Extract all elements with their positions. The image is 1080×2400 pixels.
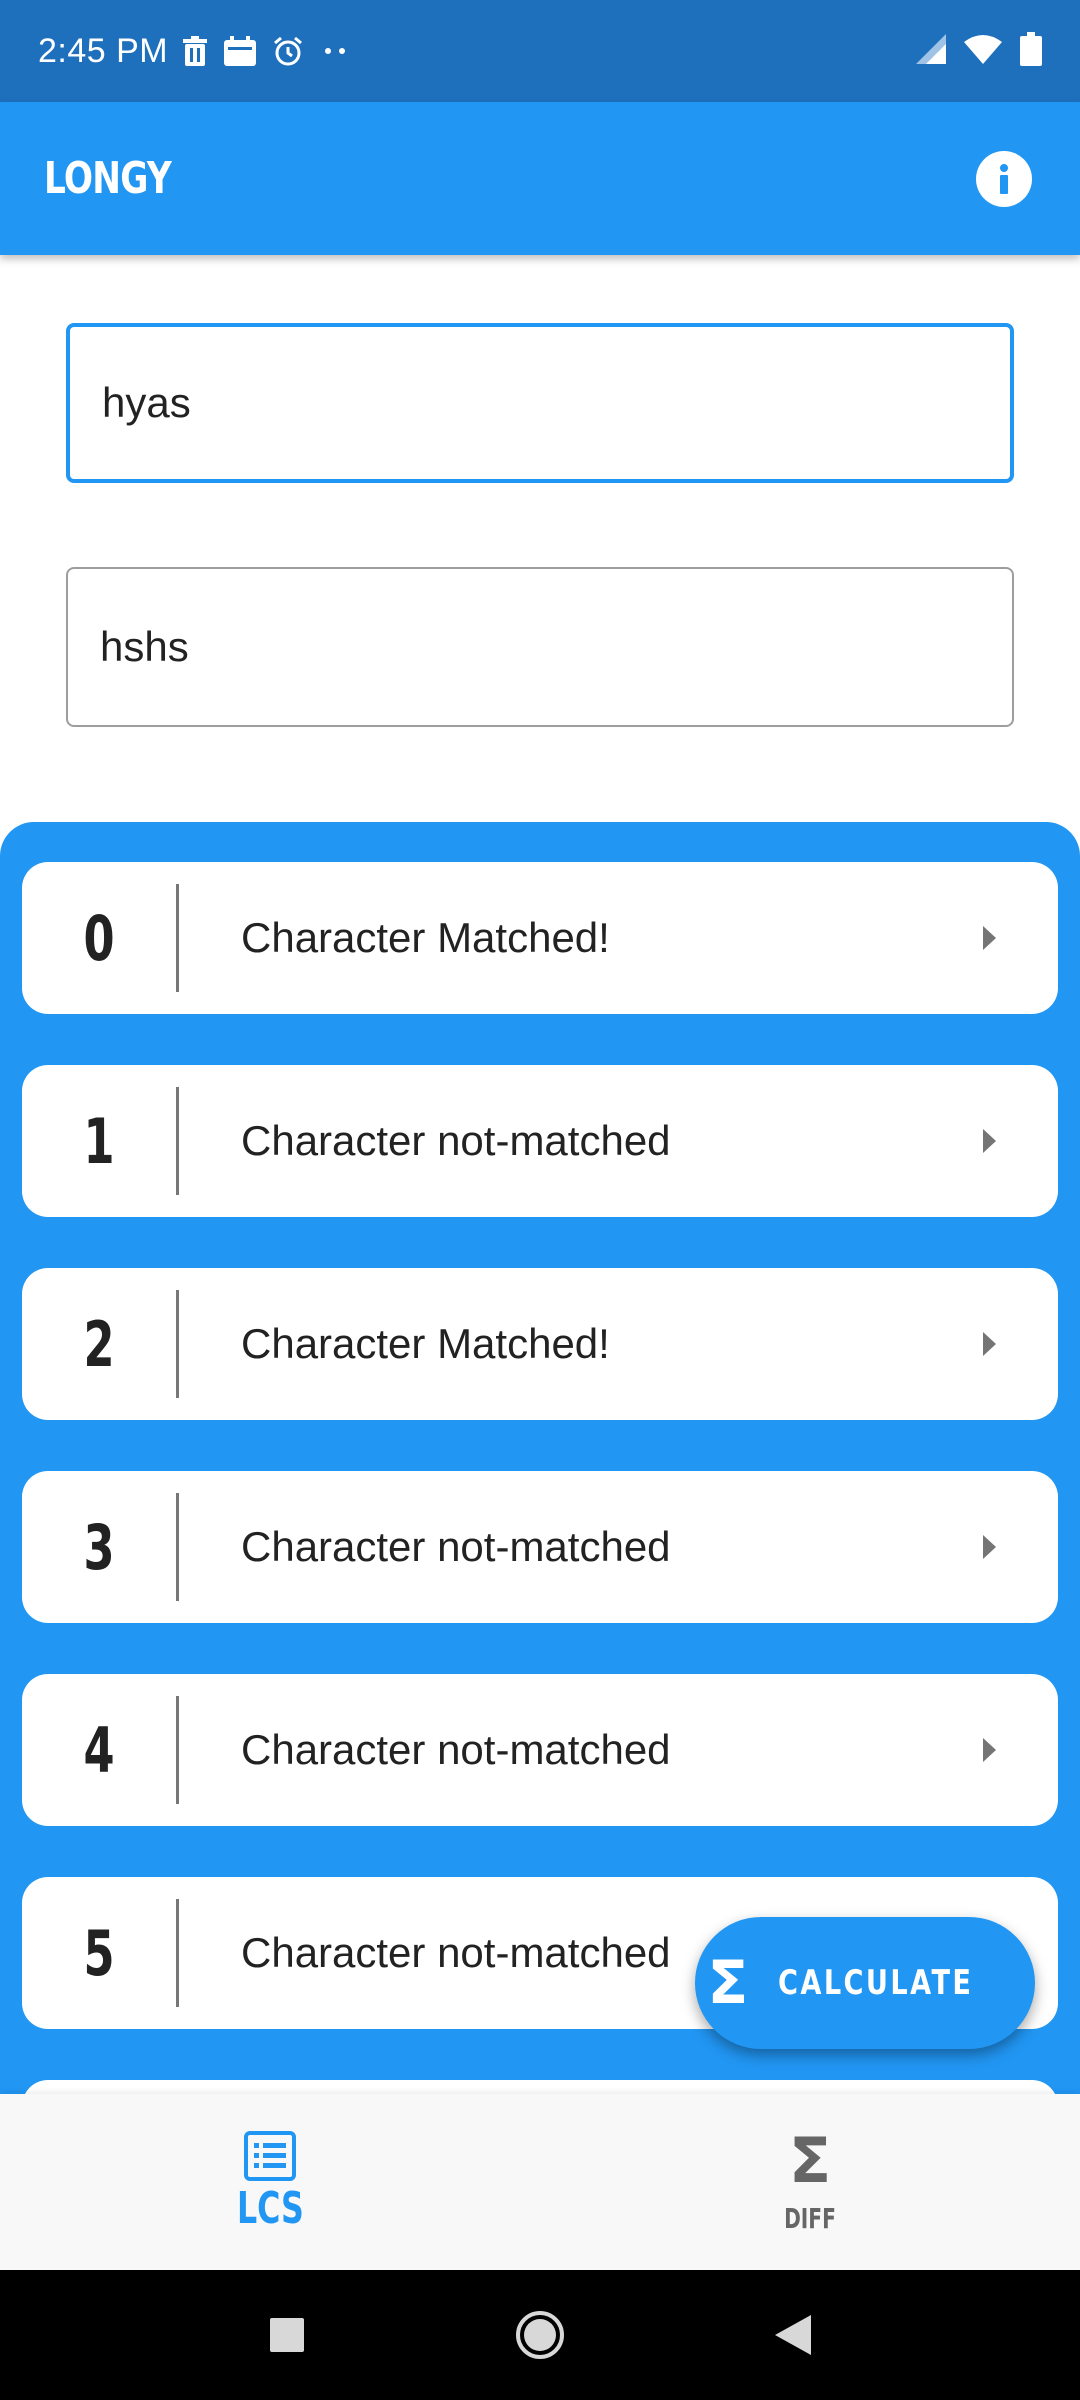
back-triangle-icon	[775, 2315, 812, 2355]
result-label: Character not-matched	[241, 1117, 671, 1164]
app-title: LONGY	[44, 153, 172, 204]
app-bar: LONGY	[0, 102, 1080, 255]
second-string-value: hshs	[100, 623, 189, 670]
sigma-icon: Σ	[707, 1948, 749, 2018]
result-index: 4	[83, 1713, 115, 1787]
arrow-right-icon	[983, 1129, 996, 1153]
arrow-right-icon	[983, 926, 996, 950]
info-icon	[1000, 163, 1008, 194]
arrow-right-icon	[983, 1738, 996, 1762]
result-label: Character not-matched	[241, 1929, 671, 1976]
trash-icon	[182, 36, 208, 66]
status-time: 2:45 PM	[38, 31, 169, 70]
nav-item-lcs[interactable]: LCS	[0, 2094, 540, 2270]
circle-icon	[515, 2311, 564, 2359]
info-button[interactable]	[976, 150, 1032, 207]
square-icon	[269, 2318, 304, 2352]
result-row[interactable]: 0 Character Matched!	[22, 862, 1058, 1014]
result-row[interactable]: 1 Character not-matched	[22, 1065, 1058, 1217]
nav-label-diff: DIFF	[784, 2201, 836, 2235]
list-icon	[244, 2130, 296, 2181]
more-dots-icon	[320, 46, 350, 56]
result-divider	[176, 1696, 179, 1804]
system-navigation-bar	[0, 2270, 1080, 2400]
result-row[interactable]: 3 Character not-matched	[22, 1471, 1058, 1623]
result-divider	[176, 1087, 179, 1195]
wifi-icon	[964, 34, 1002, 69]
status-notification-icons	[182, 35, 350, 67]
result-index: 1	[83, 1104, 115, 1178]
result-index: 0	[83, 901, 115, 975]
result-label: Character Matched!	[241, 914, 610, 961]
result-index: 2	[83, 1307, 115, 1381]
result-label: Character Matched!	[241, 1320, 610, 1367]
battery-icon	[1020, 31, 1042, 71]
result-row-partial[interactable]	[22, 2080, 1058, 2094]
second-string-input[interactable]: hshs	[66, 567, 1014, 727]
results-panel: 0 Character Matched! 1 Character not-mat…	[0, 822, 1080, 2094]
bottom-navigation: LCS Σ DIFF	[0, 2094, 1080, 2270]
result-divider	[176, 1290, 179, 1398]
status-system-icons	[916, 31, 1042, 71]
arrow-right-icon	[983, 1332, 996, 1356]
nav-label-lcs: LCS	[236, 2182, 304, 2234]
alarm-icon	[272, 35, 304, 67]
recents-button[interactable]	[247, 2295, 327, 2375]
calendar-icon	[224, 36, 257, 66]
arrow-right-icon	[983, 1535, 996, 1559]
result-divider	[176, 1493, 179, 1601]
result-divider	[176, 1899, 179, 2007]
sigma-icon: Σ	[788, 2123, 832, 2197]
result-row[interactable]: 2 Character Matched!	[22, 1268, 1058, 1420]
nav-item-diff[interactable]: Σ DIFF	[540, 2094, 1080, 2270]
back-button[interactable]	[753, 2295, 833, 2375]
result-index: 5	[83, 1916, 115, 1990]
status-bar: 2:45 PM	[0, 0, 1080, 102]
home-button[interactable]	[500, 2295, 580, 2375]
result-row[interactable]: 4 Character not-matched	[22, 1674, 1058, 1826]
result-index: 3	[83, 1510, 115, 1584]
calculate-button[interactable]: Σ CALCULATE	[695, 1917, 1035, 2049]
result-label: Character not-matched	[241, 1726, 671, 1773]
calculate-label: CALCULATE	[778, 1963, 974, 2003]
result-divider	[176, 884, 179, 992]
first-string-value: hyas	[102, 379, 191, 426]
result-label: Character not-matched	[241, 1523, 671, 1570]
first-string-input[interactable]: hyas	[66, 323, 1014, 483]
signal-icon	[916, 33, 946, 69]
